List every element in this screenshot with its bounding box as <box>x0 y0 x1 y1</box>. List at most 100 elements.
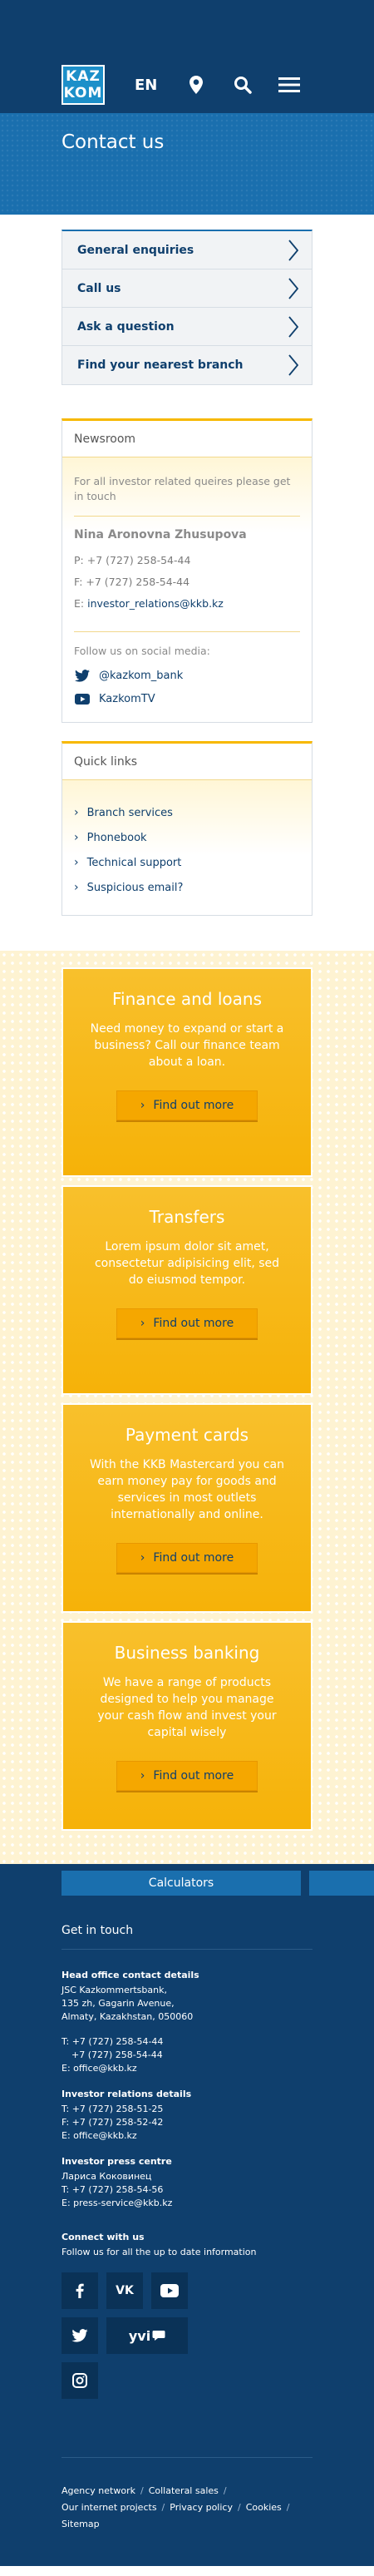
menu-icon[interactable] <box>278 73 301 96</box>
twitter-icon <box>74 669 91 682</box>
separator: / <box>161 2502 165 2513</box>
logo-line-1: KAZ <box>66 68 101 85</box>
contact-phone: P: +7 (727) 258-54-44 <box>74 554 191 566</box>
quick-link-technical-support[interactable]: › Technical support <box>74 850 300 875</box>
head-office-block: Head office contact details JSC Kazkomme… <box>62 1970 312 2075</box>
vk-icon[interactable]: VK <box>106 2272 143 2309</box>
promo-text: Lorem ipsum dolor sit amet, consectetur … <box>94 1240 280 1287</box>
promo-title: Payment cards <box>125 1425 249 1445</box>
youtube-link[interactable]: KazkomTV <box>74 692 300 705</box>
find-out-more-button[interactable]: › Find out more <box>116 1761 258 1791</box>
promo-text: With the KKB Mastercard you can earn mon… <box>89 1458 285 1521</box>
button-label: Find out more <box>153 1099 234 1112</box>
address-line: Almaty, Kazakhstan, 050060 <box>62 2011 194 2022</box>
yvi-icon[interactable]: yvi <box>106 2317 188 2354</box>
quick-link-label: Phonebook <box>86 831 147 844</box>
page-title: Contact us <box>62 131 165 153</box>
search-icon[interactable] <box>231 73 254 96</box>
footer-link-sitemap[interactable]: Sitemap <box>62 2519 100 2529</box>
quick-link-suspicious-email[interactable]: › Suspicious email? <box>74 875 300 900</box>
press-email[interactable]: E: press-service@kkb.kz <box>62 2197 312 2210</box>
footer-links: Agency network / Collateral sales / Our int… <box>62 2457 312 2533</box>
chevron-right-icon <box>288 315 298 338</box>
accordion-label: Ask a question <box>77 319 175 334</box>
head-office-phone: T: +7 (727) 258-54-44 <box>62 2036 164 2047</box>
site-header: KAZ KOM EN <box>0 0 374 113</box>
twitter-link[interactable]: @kazkom_bank <box>74 669 300 682</box>
promo-business-banking: Business banking We have a range of prod… <box>62 1621 312 1831</box>
separator: / <box>286 2502 290 2513</box>
chevron-right-icon: › <box>74 881 79 894</box>
separator: / <box>140 2485 144 2496</box>
calculators-tab[interactable]: Calculators <box>62 1871 301 1896</box>
chevron-right-icon: › <box>74 831 79 844</box>
divider <box>74 516 300 517</box>
chevron-right-icon <box>288 277 298 299</box>
accordion-ask-question[interactable]: Ask a question <box>62 308 312 346</box>
language-switch[interactable]: EN <box>135 77 157 94</box>
accordion-label: General enquiries <box>77 243 194 257</box>
promo-section: Finance and loans Need money to expand o… <box>0 951 374 1864</box>
contact-accordion: General enquiries Call us Ask a question… <box>62 230 312 385</box>
connect-block: Connect with us Follow us for all the up… <box>62 2232 312 2259</box>
logo-line-2: KOM <box>63 85 103 101</box>
investor-email[interactable]: E: office@kkb.kz <box>62 2129 312 2143</box>
chevron-right-icon <box>288 354 298 376</box>
promo-payment-cards: Payment cards With the KKB Mastercard yo… <box>62 1403 312 1613</box>
instagram-icon[interactable] <box>62 2362 98 2399</box>
contact-fax: F: +7 (727) 258-54-44 <box>74 576 190 588</box>
facebook-icon[interactable] <box>62 2272 98 2309</box>
head-office-title: Head office contact details <box>62 1970 199 1980</box>
footer-link-internet-projects[interactable]: Our internet projects <box>62 2502 157 2513</box>
location-pin-icon[interactable] <box>185 73 208 96</box>
contact-email-link[interactable]: investor_relations@kkb.kz <box>87 597 224 610</box>
promo-title: Finance and loans <box>112 989 262 1009</box>
accordion-nearest-branch[interactable]: Find your nearest branch <box>62 346 312 384</box>
promo-title: Business banking <box>114 1643 260 1663</box>
twitter-icon[interactable] <box>62 2317 98 2354</box>
twitter-handle: @kazkom_bank <box>99 669 184 682</box>
button-label: Find out more <box>153 1551 234 1565</box>
chevron-right-icon: › <box>140 1769 145 1782</box>
quick-link-phonebook[interactable]: › Phonebook <box>74 825 300 850</box>
newsroom-card: Newsroom For all investor related queire… <box>62 418 312 723</box>
accordion-call-us[interactable]: Call us <box>62 269 312 308</box>
kazkom-logo[interactable]: KAZ KOM <box>62 65 105 105</box>
footer-link-collateral-sales[interactable]: Collateral sales <box>149 2485 219 2496</box>
promo-finance-loans: Finance and loans Need money to expand o… <box>62 967 312 1177</box>
press-contact-name: Лариса Коковинец <box>62 2171 152 2182</box>
address-line: JSC Kazkommertsbank, <box>62 1985 167 1995</box>
next-calculator-tab[interactable] <box>309 1871 374 1896</box>
chevron-right-icon: › <box>140 1317 145 1330</box>
promo-title: Transfers <box>149 1207 225 1227</box>
investor-relations-block: Investor relations details T: +7 (727) 2… <box>62 2089 312 2143</box>
site-footer: Calculators Get in touch Head office con… <box>0 1864 374 2566</box>
youtube-channel: KazkomTV <box>99 692 155 705</box>
page-title-band: Contact us <box>0 113 374 215</box>
footer-link-privacy-policy[interactable]: Privacy policy <box>170 2502 233 2513</box>
quick-link-branch-services[interactable]: › Branch services <box>74 800 300 825</box>
contact-email-row: E: investor_relations@kkb.kz <box>74 593 300 615</box>
follow-label: Follow us on social media: <box>74 645 210 657</box>
chevron-right-icon: › <box>140 1551 145 1565</box>
footer-link-agency-network[interactable]: Agency network <box>62 2485 135 2496</box>
youtube-icon[interactable] <box>151 2272 188 2309</box>
find-out-more-button[interactable]: › Find out more <box>116 1543 258 1573</box>
chevron-right-icon: › <box>140 1099 145 1112</box>
chevron-right-icon: › <box>74 806 79 819</box>
get-in-touch-heading: Get in touch <box>62 1924 312 1950</box>
find-out-more-button[interactable]: › Find out more <box>116 1090 258 1120</box>
quick-links-card: Quick links › Branch services › Phonebook … <box>62 741 312 916</box>
chevron-right-icon <box>288 239 298 261</box>
newsroom-intro: For all investor related queires please … <box>74 475 291 502</box>
accordion-label: Call us <box>77 281 121 295</box>
head-office-email[interactable]: E: office@kkb.kz <box>62 2062 312 2075</box>
investor-title: Investor relations details <box>62 2089 192 2099</box>
quick-links-title: Quick links <box>62 744 312 780</box>
press-centre-block: Investor press centre Лариса Коковинец T… <box>62 2156 312 2210</box>
accordion-general-enquiries[interactable]: General enquiries <box>62 231 312 269</box>
footer-link-cookies[interactable]: Cookies <box>246 2502 282 2513</box>
press-phone: T: +7 (727) 258-54-56 <box>62 2184 164 2195</box>
find-out-more-button[interactable]: › Find out more <box>116 1308 258 1338</box>
accordion-label: Find your nearest branch <box>77 358 244 372</box>
